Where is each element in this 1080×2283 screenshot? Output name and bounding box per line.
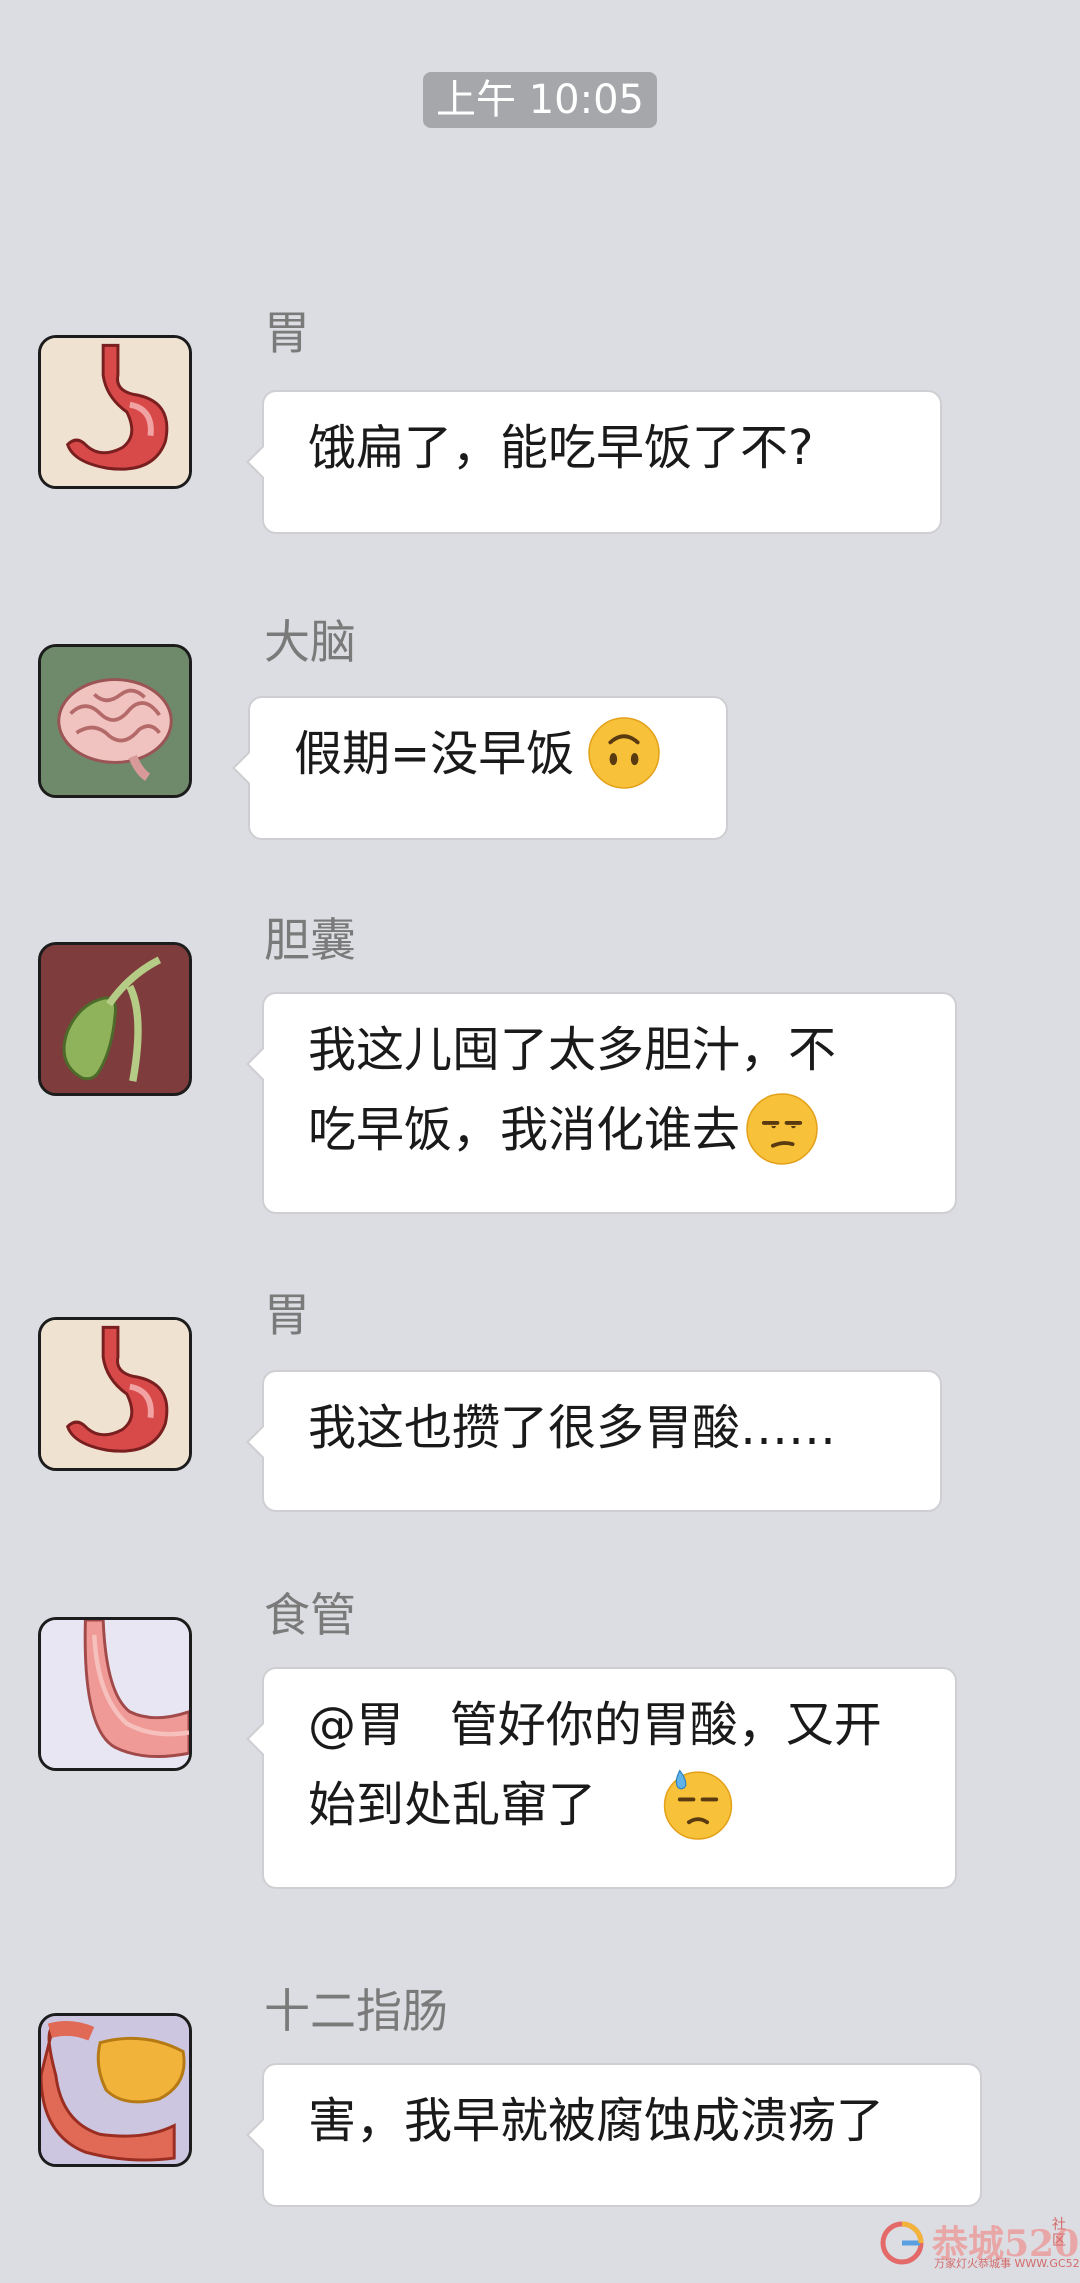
message-bubble[interactable]: 我这也攒了很多胃酸…… [246,1370,942,1512]
message-bubble[interactable]: 饿扁了，能吃早饭了不? [246,390,942,534]
brain-icon [41,647,189,795]
sender-name: 胆囊 [264,913,356,967]
watermark-badge: 社区 [1052,2217,1066,2249]
avatar[interactable] [38,1317,192,1471]
message-text: @胃 管好你的胃酸，又开 [308,1697,882,1753]
message-bubble[interactable]: 害，我早就被腐蚀成溃疡了 [246,2063,982,2207]
watermark-icon [880,2221,924,2265]
message-bubble[interactable]: 假期=没早饭 [232,696,728,840]
message-text: 我这也攒了很多胃酸…… [308,1400,837,1456]
sender-name: 胃 [264,306,310,360]
sender-name: 十二指肠 [264,1984,448,2038]
avatar[interactable] [38,2013,192,2167]
message-text: 始到处乱窜了 [308,1765,911,1846]
avatar[interactable] [38,644,192,798]
avatar[interactable] [38,335,192,489]
message-text: 假期=没早饭 [294,714,682,795]
upside-down-face-emoji [586,715,662,791]
message-text: 我这儿囤了太多胆汁，不 [308,1022,837,1078]
message-bubble[interactable]: @胃 管好你的胃酸，又开 始到处乱窜了 [246,1667,957,1889]
message-text: 吃早饭，我消化谁去 [308,1090,911,1171]
sender-name: 胃 [264,1288,310,1342]
duodenum-icon [41,2016,189,2164]
message-text: 饿扁了，能吃早饭了不? [308,420,814,476]
watermark-subtext: 万家灯火恭城事 WWW.GC520.CN [934,2257,1080,2270]
avatar[interactable] [38,1617,192,1771]
unamused-face-emoji [744,1091,820,1167]
timestamp-pill: 上午 10:05 [423,72,657,128]
message-text: 害，我早就被腐蚀成溃疡了 [308,2093,885,2149]
stomach-icon [41,338,189,486]
avatar[interactable] [38,942,192,1096]
esophagus-icon [41,1620,189,1768]
message-bubble[interactable]: 我这儿囤了太多胆汁，不 吃早饭，我消化谁去 [246,992,957,1214]
sender-name: 食管 [264,1588,356,1642]
gallbladder-icon [41,945,189,1093]
downcast-sweat-face-emoji [660,1766,736,1842]
stomach-icon [41,1320,189,1468]
watermark-logo: 恭城520 万家灯火恭城事 WWW.GC520.CN 社区 [872,2211,1080,2275]
sender-name: 大脑 [264,615,356,669]
